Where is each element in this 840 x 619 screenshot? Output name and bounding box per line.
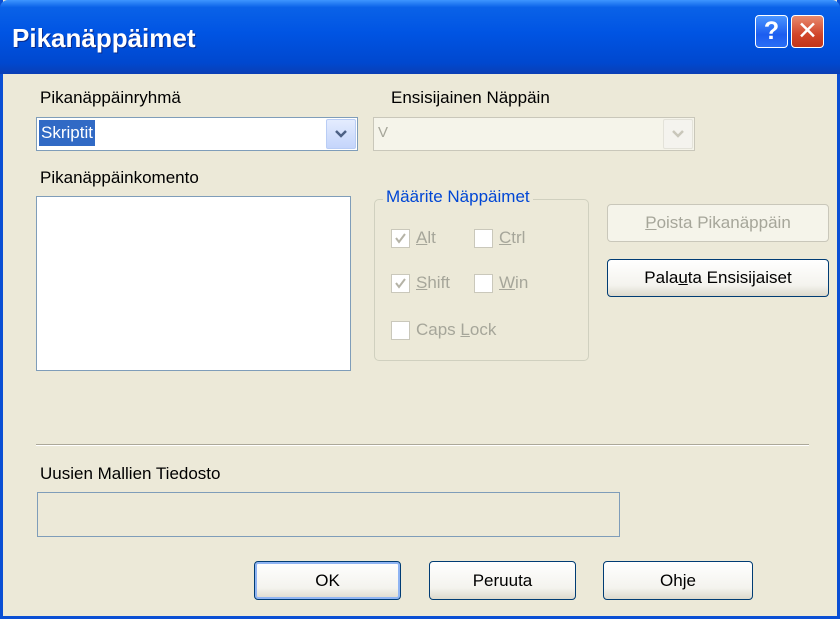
- checkbox-box[interactable]: [391, 320, 410, 340]
- new-templates-file-label: Uusien Mallien Tiedosto: [40, 464, 221, 483]
- checkbox-box[interactable]: [474, 273, 493, 293]
- close-title-button[interactable]: ✕: [791, 15, 824, 48]
- primary-key-label: Ensisijainen Näppäin: [391, 88, 550, 107]
- remove-shortcut-button[interactable]: Poista Pikanäppäin: [607, 204, 829, 242]
- modifier-keys-legend: Määrite Näppäimet: [383, 187, 533, 207]
- title-bar[interactable]: Pikanäppäimet ? ✕: [0, 0, 840, 74]
- ctrl-checkbox-label: Ctrl: [499, 228, 526, 247]
- alt-checkbox[interactable]: Alt: [391, 226, 436, 250]
- shortcut-command-label: Pikanäppäinkomento: [40, 168, 199, 187]
- checkbox-box[interactable]: [391, 228, 410, 248]
- cancel-button[interactable]: Peruuta: [429, 561, 576, 600]
- help-button[interactable]: Ohje: [603, 561, 753, 600]
- shortcut-group-label: Pikanäppäinryhmä: [40, 88, 181, 107]
- shortcut-command-list[interactable]: [36, 196, 351, 371]
- win-checkbox[interactable]: Win: [474, 271, 528, 295]
- ok-button[interactable]: OK: [254, 561, 401, 600]
- chevron-down-icon[interactable]: [663, 119, 693, 149]
- alt-checkbox-label: Alt: [416, 228, 436, 247]
- shortcut-group-value: Skriptit: [38, 119, 96, 147]
- shortcut-group-select[interactable]: Skriptit: [36, 117, 358, 151]
- separator: [36, 444, 809, 446]
- restore-defaults-button[interactable]: Palauta Ensisijaiset: [607, 259, 829, 297]
- win-checkbox-label: Win: [499, 273, 529, 292]
- checkbox-box[interactable]: [474, 228, 493, 248]
- checkbox-box[interactable]: [391, 273, 410, 293]
- caps-lock-checkbox-label: Caps Lock: [416, 320, 497, 339]
- primary-key-value: V: [378, 124, 389, 141]
- ctrl-checkbox[interactable]: Ctrl: [474, 226, 525, 250]
- window-title: Pikanäppäimet: [12, 23, 196, 53]
- primary-key-select[interactable]: V: [373, 117, 695, 151]
- caps-lock-checkbox[interactable]: Caps Lock: [391, 318, 496, 342]
- help-title-button[interactable]: ?: [755, 15, 788, 48]
- shift-checkbox[interactable]: Shift: [391, 271, 450, 295]
- chevron-down-icon[interactable]: [326, 119, 356, 149]
- new-templates-file-field[interactable]: [37, 492, 620, 537]
- shortcut-keys-dialog: Pikanäppäimet ? ✕ Pikanäppäinryhmä Skrip…: [0, 0, 840, 619]
- shift-checkbox-label: Shift: [416, 273, 451, 292]
